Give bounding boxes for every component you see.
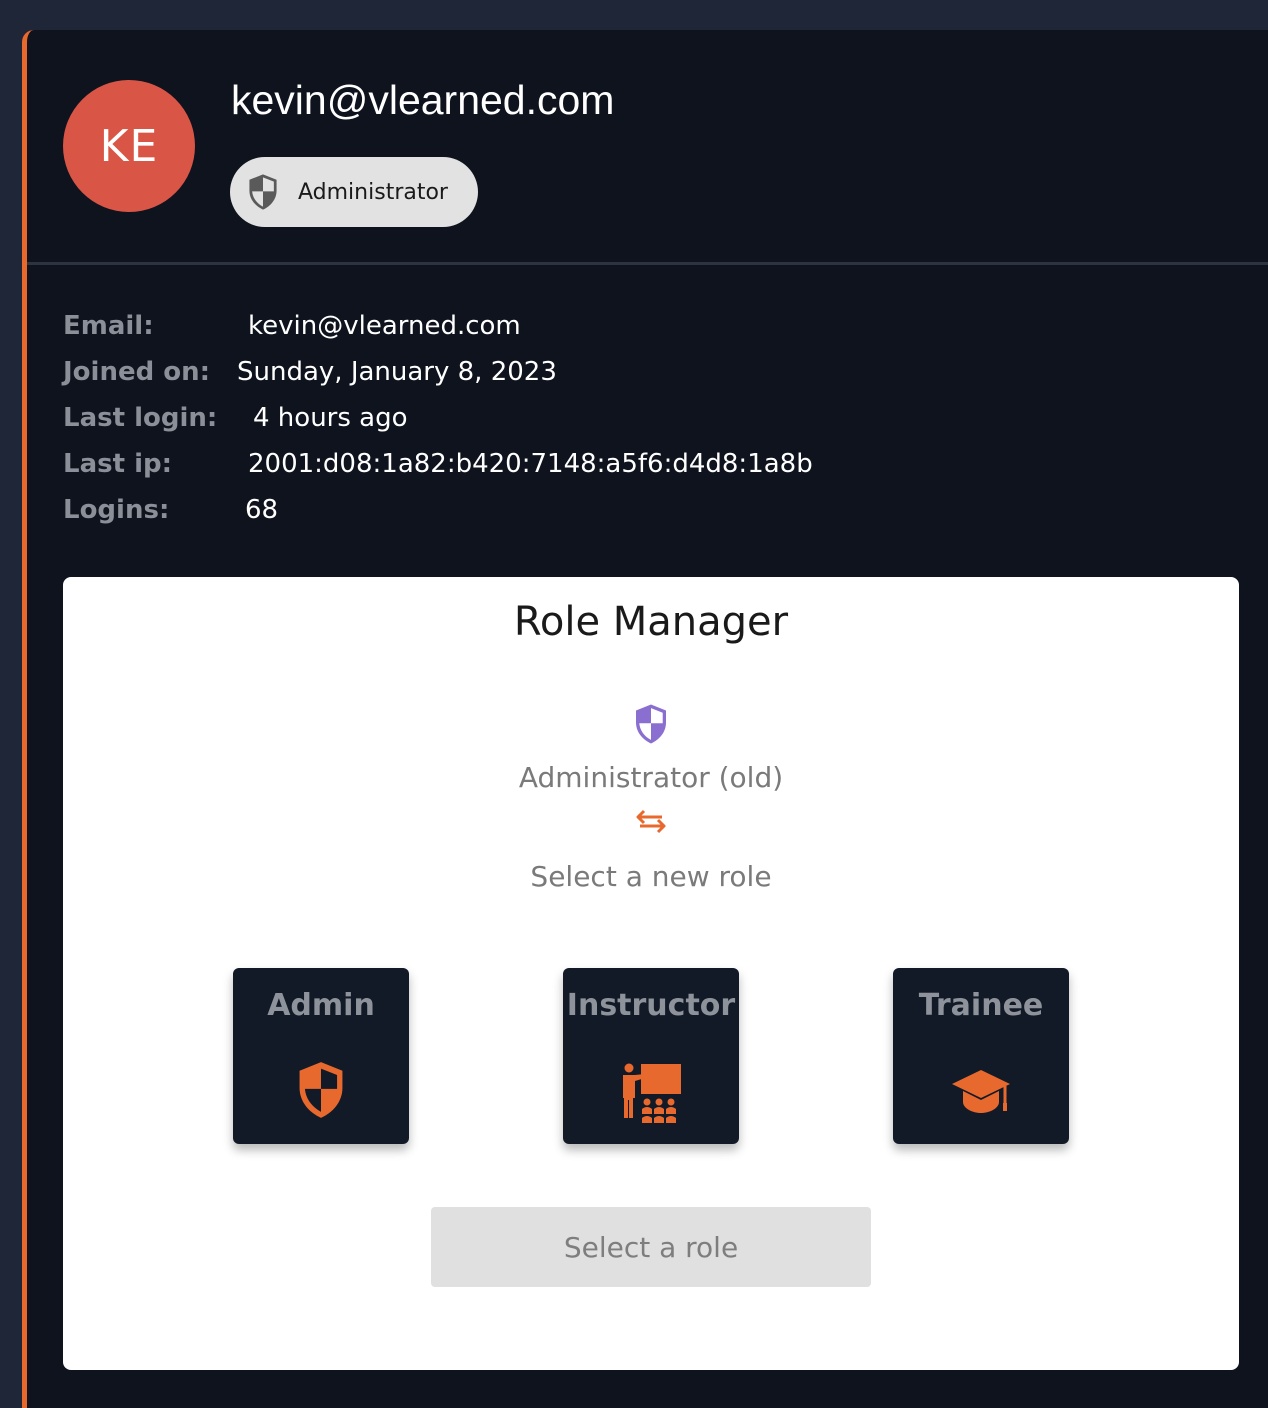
detail-row-last-login: Last login: 4 hours ago — [63, 398, 408, 438]
detail-row-last-ip: Last ip: 2001:d08:1a82:b420:7148:a5f6:d4… — [63, 444, 813, 484]
detail-label: Email: — [63, 311, 154, 341]
detail-value-last-ip: 2001:d08:1a82:b420:7148:a5f6:d4d8:1a8b — [248, 449, 813, 479]
detail-row-joined: Joined on: Sunday, January 8, 2023 — [63, 352, 557, 392]
detail-row-logins: Logins: 68 — [63, 490, 278, 530]
role-manager-title: Role Manager — [513, 599, 789, 645]
select-role-button[interactable]: Select a role — [431, 1207, 871, 1287]
detail-label: Logins: — [63, 495, 170, 525]
select-role-prompt: Select a new role — [530, 860, 772, 893]
user-title-email: kevin@vlearned.com — [231, 77, 615, 123]
avatar: KE — [63, 80, 195, 212]
shield-icon — [249, 174, 277, 210]
role-option-label: Trainee — [918, 988, 1044, 1023]
shield-icon — [299, 1062, 343, 1118]
current-role-label: Administrator (old) — [518, 761, 784, 794]
detail-value-joined: Sunday, January 8, 2023 — [237, 357, 557, 387]
instructor-icon — [623, 1063, 681, 1123]
detail-value-last-login: 4 hours ago — [253, 403, 408, 433]
current-role-shield-icon — [636, 704, 666, 744]
detail-label: Joined on: — [63, 357, 211, 387]
detail-value-logins: 68 — [245, 495, 279, 525]
detail-row-email: Email: kevin@vlearned.com — [63, 306, 521, 346]
role-option-admin[interactable]: Admin — [233, 968, 409, 1144]
user-detail-panel: KE kevin@vlearned.com Administrator Emai… — [22, 30, 1268, 1408]
role-badge-label: Administrator — [298, 179, 448, 205]
header-divider — [27, 262, 1268, 265]
role-option-trainee[interactable]: Trainee — [893, 968, 1069, 1144]
role-badge: Administrator — [230, 157, 478, 227]
role-manager-card: Role Manager Administrator (old) Select … — [63, 577, 1239, 1370]
avatar-initials: KE — [99, 120, 159, 172]
detail-value-email: kevin@vlearned.com — [248, 311, 521, 341]
role-option-instructor[interactable]: Instructor — [563, 968, 739, 1144]
role-option-label: Instructor — [566, 988, 736, 1023]
detail-label: Last login: — [63, 403, 218, 433]
swap-arrows-icon — [636, 809, 666, 834]
detail-label: Last ip: — [63, 449, 172, 479]
role-option-label: Admin — [267, 988, 375, 1023]
graduation-cap-icon — [952, 1070, 1010, 1113]
